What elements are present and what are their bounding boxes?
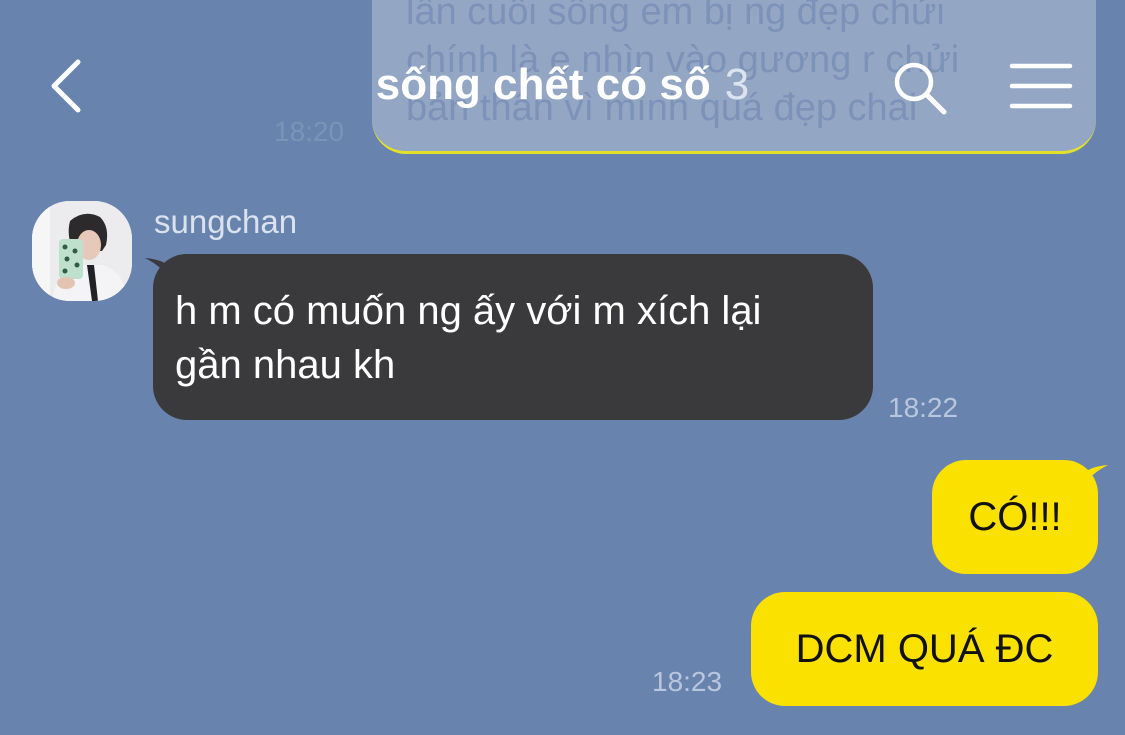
faded-message-line: lần cuối sống em bị ng đẹp chửi: [406, 0, 945, 33]
search-button[interactable]: [888, 56, 952, 120]
menu-button[interactable]: [1004, 58, 1076, 114]
sent-message-bubble[interactable]: CÓ!!!: [932, 460, 1098, 574]
sender-name: sungchan: [154, 203, 298, 240]
sent-message-bubble[interactable]: DCM QUÁ ĐC: [751, 592, 1098, 706]
member-count: 3: [724, 60, 750, 109]
message-text-line: h m có muốn ng ấy với m xích lại: [175, 289, 762, 333]
chat-title: sống chết có số 3: [0, 60, 1125, 110]
message-text-line: gần nhau kh: [175, 343, 396, 387]
search-icon: [894, 62, 947, 115]
chat-room-name: sống chết có số: [375, 60, 711, 109]
message-timestamp: 18:22: [888, 392, 959, 423]
hamburger-menu-icon: [1009, 63, 1073, 109]
received-message-bubble[interactable]: h m có muốn ng ấy với m xích lại gần nha…: [153, 254, 873, 420]
message-text: CÓ!!!: [968, 495, 1062, 539]
sender-avatar[interactable]: [32, 201, 132, 301]
faded-message-time: 18:20: [274, 116, 345, 147]
avatar-photo: [32, 201, 132, 301]
message-timestamp: 18:23: [652, 666, 723, 697]
chat-screen: lần cuối sống em bị ng đẹp chửi chính là…: [0, 0, 1125, 735]
message-text: DCM QUÁ ĐC: [795, 627, 1054, 671]
